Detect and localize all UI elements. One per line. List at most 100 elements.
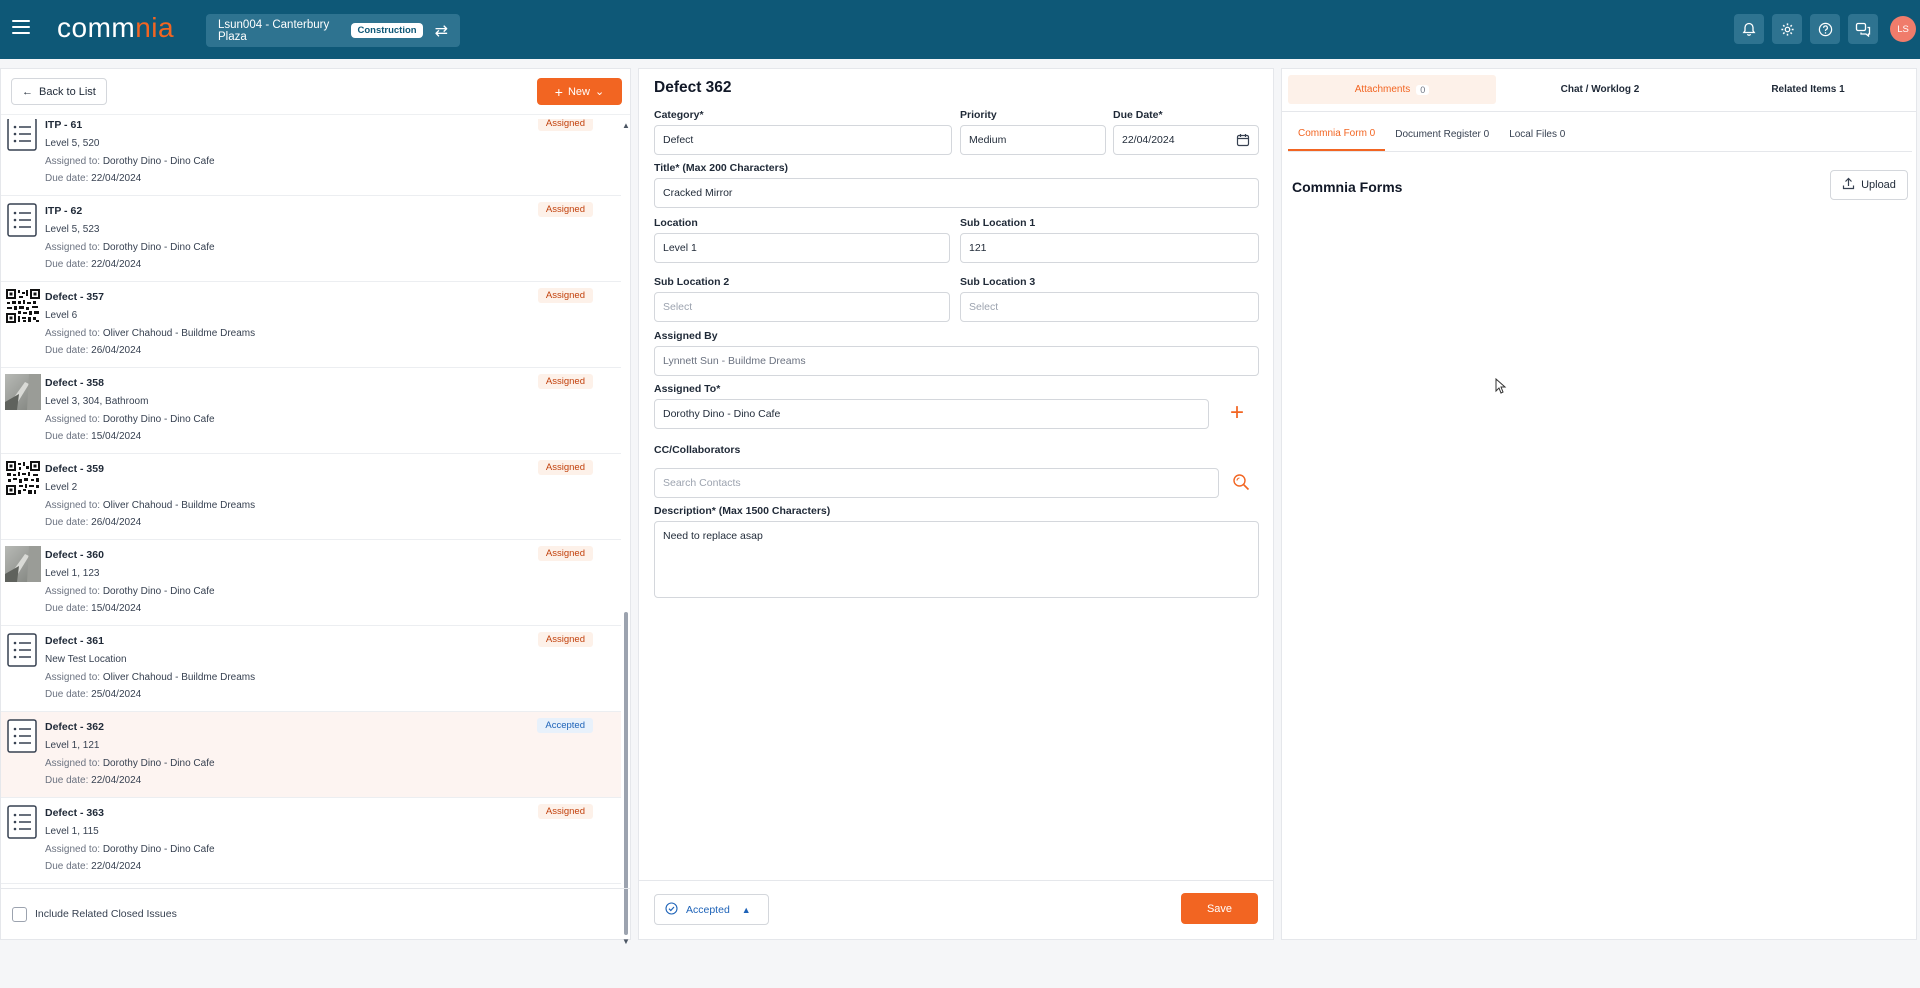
add-assignee-plus-icon[interactable]: + [1230,401,1244,425]
due-date-label: Due Date* [1113,109,1163,121]
list-item[interactable]: Defect - 359 Level 2 Assigned to: Oliver… [1,454,621,540]
commnia-logo[interactable]: commnia [57,12,174,44]
upload-icon [1842,177,1855,193]
item-assignee: Oliver Chahoud - Buildme Dreams [102,327,256,339]
tab-attachments[interactable]: Attachments 0 [1288,75,1496,104]
save-button[interactable]: Save [1181,893,1258,924]
list-item[interactable]: Defect - 361 New Test Location Assigned … [1,626,621,712]
chevron-down-icon: ⌄ [594,86,605,98]
item-assignee: Oliver Chahoud - Buildme Dreams [102,499,256,511]
list-item[interactable]: Defect - 358 Level 3, 304, Bathroom Assi… [1,368,621,454]
form-footer: Accepted ▲ Save [639,880,1273,939]
item-location: Level 5, 523 [45,224,100,235]
item-title: Defect - 359 [45,463,104,475]
calendar-icon[interactable] [1236,133,1250,150]
title-label: Title* (Max 200 Characters) [654,162,789,174]
back-to-list-button[interactable]: ← Back to List [11,78,107,105]
list-item[interactable]: Defect - 363 Level 1, 115 Assigned to: D… [1,798,621,884]
tab-chat-worklog[interactable]: Chat / Worklog 2 [1496,75,1704,104]
sub-location-2-label: Sub Location 2 [654,276,730,288]
list-item[interactable]: Defect - 360 Level 1, 123 Assigned to: D… [1,540,621,626]
list-item[interactable]: ITP - 62 Level 5, 523 Assigned to: Dorot… [1,196,621,282]
list-footer: Include Related Closed Issues [1,888,630,939]
tab-related-items[interactable]: Related Items 1 [1704,75,1912,104]
assigned-by-field: Lynnett Sun - Buildme Dreams [654,346,1259,376]
sub-location-2-select[interactable]: Select [654,292,950,322]
list-document-icon [5,119,41,152]
item-location: Level 2 [45,482,78,493]
attachments-panel: Attachments 0 Chat / Worklog 2 Related I… [1281,68,1917,940]
sub-location-1-label: Sub Location 1 [960,217,1036,229]
photo-thumbnail [5,374,41,410]
description-textarea[interactable]: Need to replace asap [654,521,1259,598]
project-name: Lsun004 - Canterbury Plaza [218,18,330,43]
priority-label: Priority [960,109,997,121]
list-document-icon [5,804,41,840]
status-badge: Accepted [537,718,593,733]
status-badge: Assigned [537,374,593,389]
settings-gear-icon[interactable] [1772,14,1802,44]
list-item-selected[interactable]: Defect - 362 Level 1, 121 Assigned to: D… [1,712,621,798]
arrow-left-icon: ← [22,85,33,98]
due-date-field[interactable]: 22/04/2024 [1113,125,1259,155]
title-input[interactable]: Cracked Mirror [654,178,1259,208]
list-scrollbar[interactable]: ▲ ▼ [621,119,631,949]
chat-icon[interactable] [1848,14,1878,44]
item-location: Level 1, 123 [45,568,100,579]
new-button[interactable]: + New ⌄ [537,78,622,105]
status-badge: Assigned [537,804,593,819]
user-avatar[interactable]: LS [1890,16,1916,42]
item-title: Defect - 357 [45,291,104,303]
item-title: Defect - 360 [45,549,104,561]
tab-document-register[interactable]: Document Register 0 [1385,117,1499,151]
list-item[interactable]: ITP - 61 Level 5, 520 Assigned to: Dorot… [1,119,621,196]
mouse-cursor-icon [1495,377,1507,397]
check-circle-icon [665,901,678,918]
sub-location-1-select[interactable]: 121 [960,233,1259,263]
photo-thumbnail [5,546,41,582]
search-icon[interactable] [1232,473,1250,494]
assigned-to-select[interactable]: Dorothy Dino - Dino Cafe [654,399,1209,429]
status-dropdown[interactable]: Accepted ▲ [654,894,769,925]
location-select[interactable]: Level 1 [654,233,950,263]
item-assignee: Dorothy Dino - Dino Cafe [102,843,215,855]
plus-icon: + [554,83,563,100]
tab-commnia-form[interactable]: Commnia Form 0 [1288,117,1386,151]
list-document-icon [5,718,41,754]
status-badge: Assigned [537,288,593,303]
scroll-thumb[interactable] [624,612,628,935]
list-document-icon [5,632,41,668]
project-selector[interactable]: Lsun004 - Canterbury Plaza Construction … [206,14,460,47]
list-item[interactable]: Defect - 357 Level 6 Assigned to: Oliver… [1,282,621,368]
tabs-divider [1282,111,1916,112]
notifications-bell-icon[interactable] [1734,14,1764,44]
item-title: Defect - 363 [45,807,104,819]
sub-location-3-select[interactable]: Select [960,292,1259,322]
priority-select[interactable]: Medium [960,125,1106,155]
item-due-date: 15/04/2024 [91,603,142,614]
item-location: Level 5, 520 [45,138,100,149]
status-badge: Assigned [537,632,593,647]
upload-button[interactable]: Upload [1830,170,1908,200]
include-closed-checkbox[interactable] [12,906,27,922]
menu-icon[interactable] [12,20,30,34]
issue-list-panel: ← Back to List + New ⌄ ITP - 61 Level 5,… [0,68,631,946]
item-due-date: 22/04/2024 [91,259,142,270]
scroll-up-arrow-icon[interactable]: ▲ [622,121,630,130]
status-badge: Assigned [537,119,593,131]
item-due-date: 22/04/2024 [91,861,142,872]
right-tabs: Attachments 0 Chat / Worklog 2 Related I… [1288,75,1912,104]
attachments-count: 0 [1416,84,1430,95]
search-contacts-input[interactable]: Search Contacts [654,468,1219,498]
assigned-to-label: Assigned To* [654,383,721,395]
item-location: Level 1, 121 [45,740,100,751]
item-due-date: 26/04/2024 [91,517,142,528]
caret-up-icon: ▲ [741,904,751,915]
help-icon[interactable] [1810,14,1840,44]
item-due-date: 26/04/2024 [91,345,142,356]
list-header: ← Back to List + New ⌄ [1,69,630,115]
item-title: Defect - 362 [45,721,104,733]
category-select[interactable]: Defect [654,125,952,155]
include-closed-label: Include Related Closed Issues [35,908,177,920]
tab-local-files[interactable]: Local Files 0 [1499,117,1575,151]
